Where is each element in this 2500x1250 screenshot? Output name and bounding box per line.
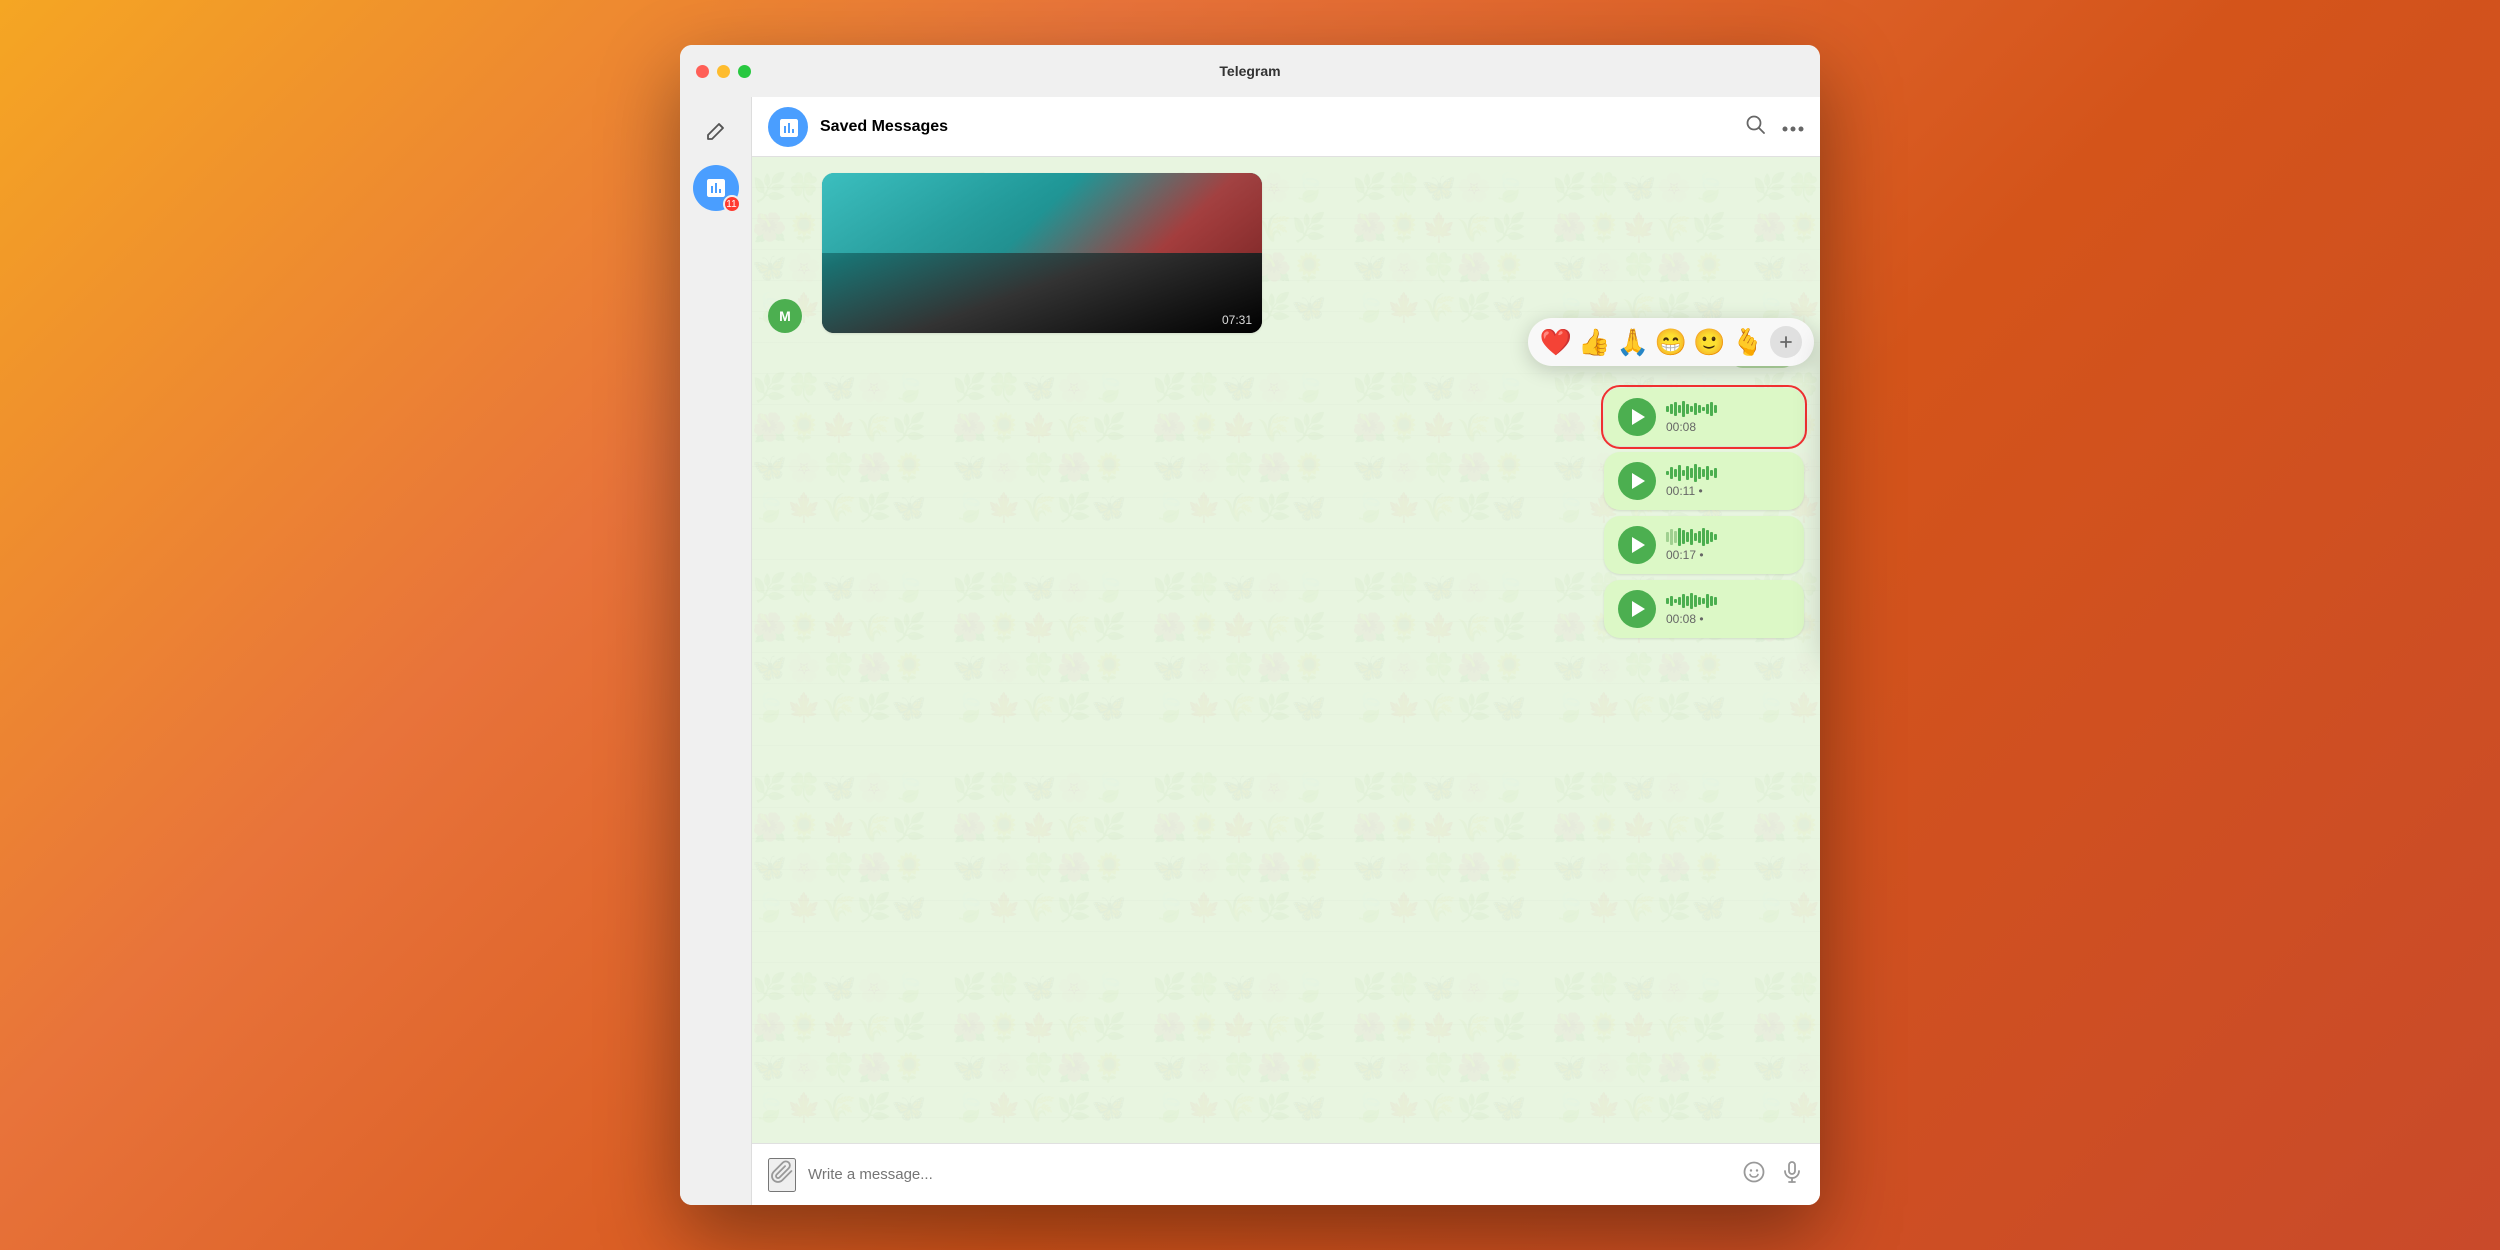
audio-messages-with-context: ❤️ 👍 🙏 😁 🙂 🫰 bbox=[1604, 380, 1804, 638]
audio-message-1[interactable]: 00:08 bbox=[1604, 388, 1804, 446]
video-timestamp: 07:31 bbox=[1222, 313, 1252, 327]
audio-messages-group: 00:08 bbox=[1604, 388, 1804, 638]
audio-message-2[interactable]: 00:11 • bbox=[1604, 452, 1804, 510]
waveform-2 bbox=[1666, 464, 1790, 482]
audio-message-3[interactable]: 00:17 • bbox=[1604, 516, 1804, 574]
unread-badge: 11 bbox=[723, 195, 741, 213]
audio-duration-1: 00:08 bbox=[1666, 420, 1790, 434]
waveform-3 bbox=[1666, 528, 1790, 546]
reaction-more-button[interactable] bbox=[1770, 326, 1802, 358]
video-message-row: M 07:31 bbox=[768, 173, 1804, 333]
reaction-heart[interactable]: ❤️ bbox=[1540, 327, 1572, 358]
chat-area: Saved Messages bbox=[752, 97, 1820, 1205]
minimize-button[interactable] bbox=[717, 65, 730, 78]
reaction-thumbsup[interactable]: 👍 bbox=[1578, 327, 1610, 358]
traffic-lights bbox=[696, 65, 751, 78]
emoji-button[interactable] bbox=[1742, 1160, 1766, 1190]
play-button-4[interactable] bbox=[1618, 590, 1656, 628]
reaction-grin[interactable]: 😁 bbox=[1655, 327, 1687, 358]
video-content bbox=[822, 173, 1262, 333]
audio-info-4: 00:08 • bbox=[1666, 592, 1790, 626]
fullscreen-button[interactable] bbox=[738, 65, 751, 78]
play-button-2[interactable] bbox=[1618, 462, 1656, 500]
close-button[interactable] bbox=[696, 65, 709, 78]
messages-area: M 07:31 Today bbox=[752, 157, 1820, 1143]
play-button-1[interactable] bbox=[1618, 398, 1656, 436]
audio-info-1: 00:08 bbox=[1666, 400, 1790, 434]
message-input[interactable] bbox=[808, 1166, 1730, 1183]
waveform-4 bbox=[1666, 592, 1790, 610]
main-layout: 11 Saved Messages bbox=[680, 97, 1820, 1205]
play-button-3[interactable] bbox=[1618, 526, 1656, 564]
audio-group-wrapper: ❤️ 👍 🙏 😁 🙂 🫰 bbox=[768, 380, 1804, 638]
chat-header: Saved Messages bbox=[752, 97, 1820, 157]
sender-avatar: M bbox=[768, 299, 802, 333]
voice-button[interactable] bbox=[1780, 1160, 1804, 1190]
sidebar: 11 bbox=[680, 97, 752, 1205]
user-avatar[interactable]: 11 bbox=[693, 165, 739, 211]
input-area bbox=[752, 1143, 1820, 1205]
audio-duration-3: 00:17 • bbox=[1666, 548, 1790, 562]
titlebar: Telegram bbox=[680, 45, 1820, 97]
chat-avatar bbox=[768, 107, 808, 147]
audio-info-2: 00:11 • bbox=[1666, 464, 1790, 498]
reaction-point[interactable]: 🫰 bbox=[1732, 327, 1764, 358]
audio-message-4[interactable]: 00:08 • bbox=[1604, 580, 1804, 638]
reaction-bar: ❤️ 👍 🙏 😁 🙂 🫰 bbox=[1528, 318, 1814, 366]
more-button[interactable] bbox=[1782, 115, 1804, 138]
video-bubble: 07:31 bbox=[822, 173, 1262, 333]
compose-button[interactable] bbox=[694, 109, 738, 153]
attach-button[interactable] bbox=[768, 1158, 796, 1192]
reaction-smile[interactable]: 🙂 bbox=[1693, 327, 1725, 358]
window-title: Telegram bbox=[1219, 63, 1280, 79]
audio-duration-2: 00:11 • bbox=[1666, 484, 1790, 498]
reaction-pray[interactable]: 🙏 bbox=[1617, 327, 1649, 358]
chat-title: Saved Messages bbox=[820, 118, 1732, 136]
telegram-window: Telegram 11 bbox=[680, 45, 1820, 1205]
messages-container: M 07:31 Today bbox=[768, 173, 1804, 658]
input-right-icons bbox=[1742, 1160, 1804, 1190]
audio-duration-4: 00:08 • bbox=[1666, 612, 1790, 626]
search-button[interactable] bbox=[1744, 113, 1766, 141]
waveform-1 bbox=[1666, 400, 1790, 418]
header-actions bbox=[1744, 113, 1804, 141]
video-thumbnail: 07:31 bbox=[822, 173, 1262, 333]
audio-info-3: 00:17 • bbox=[1666, 528, 1790, 562]
